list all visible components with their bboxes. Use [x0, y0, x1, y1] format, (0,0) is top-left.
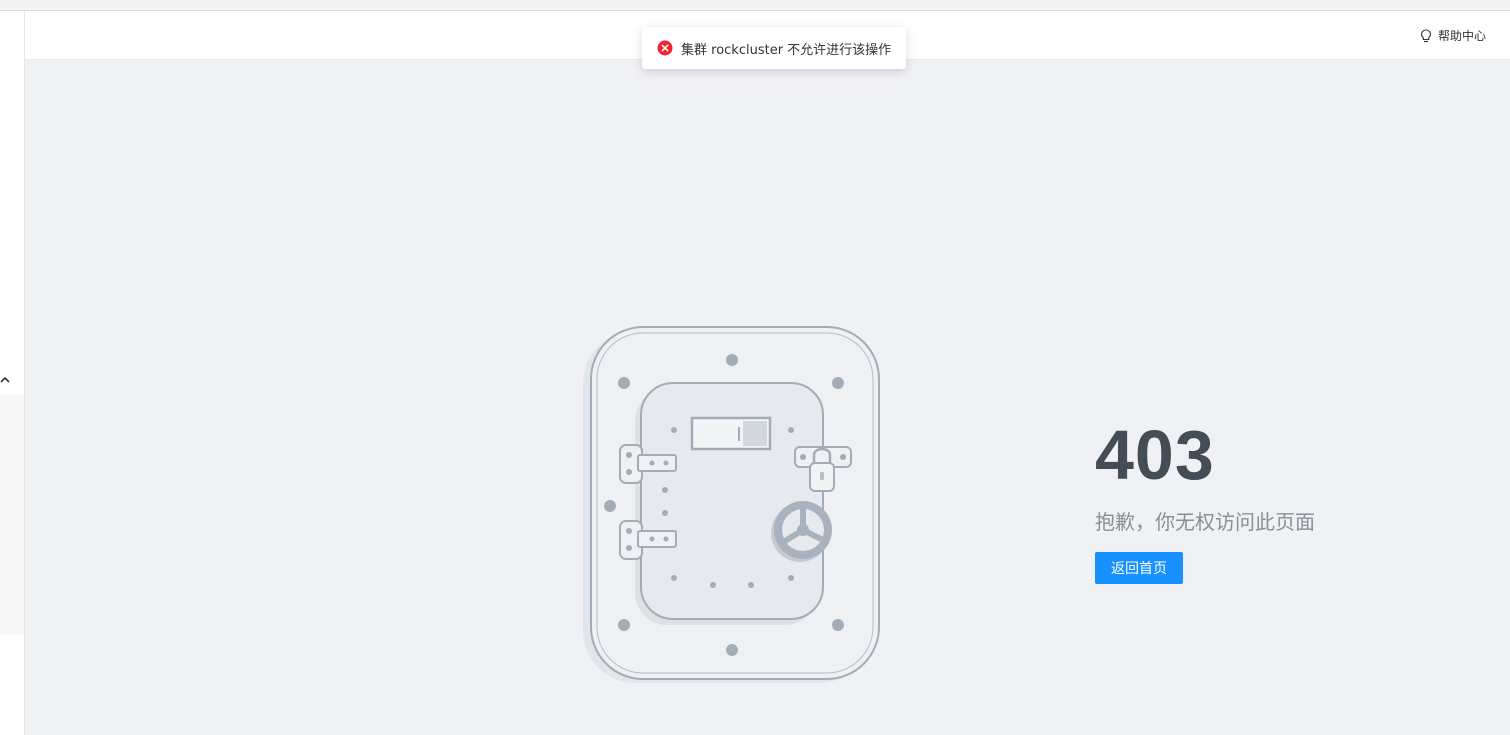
- error-panel: 403 抱歉，你无权访问此页面 返回首页: [1095, 420, 1415, 584]
- chevron-up-icon[interactable]: [0, 375, 10, 385]
- error-description: 抱歉，你无权访问此页面: [1095, 510, 1315, 534]
- help-center-label: 帮助中心: [1437, 29, 1486, 43]
- error-circle-icon: [657, 40, 673, 56]
- error-code: 403: [1095, 416, 1215, 494]
- help-center-link[interactable]: 帮助中心: [1420, 27, 1486, 44]
- back-home-button[interactable]: 返回首页: [1095, 552, 1183, 584]
- lightbulb-icon: [1420, 28, 1432, 42]
- sidebar-submenu-panel: [0, 395, 24, 635]
- error-toast: 集群 rockcluster 不允许进行该操作: [642, 27, 907, 69]
- main-content: 403 抱歉，你无权访问此页面 返回首页: [25, 60, 1510, 735]
- sidebar: [0, 11, 25, 735]
- browser-top-strip: [0, 0, 1510, 11]
- toast-message: 集群 rockcluster 不允许进行该操作: [681, 42, 892, 58]
- locked-vault-door-icon: [583, 326, 880, 683]
